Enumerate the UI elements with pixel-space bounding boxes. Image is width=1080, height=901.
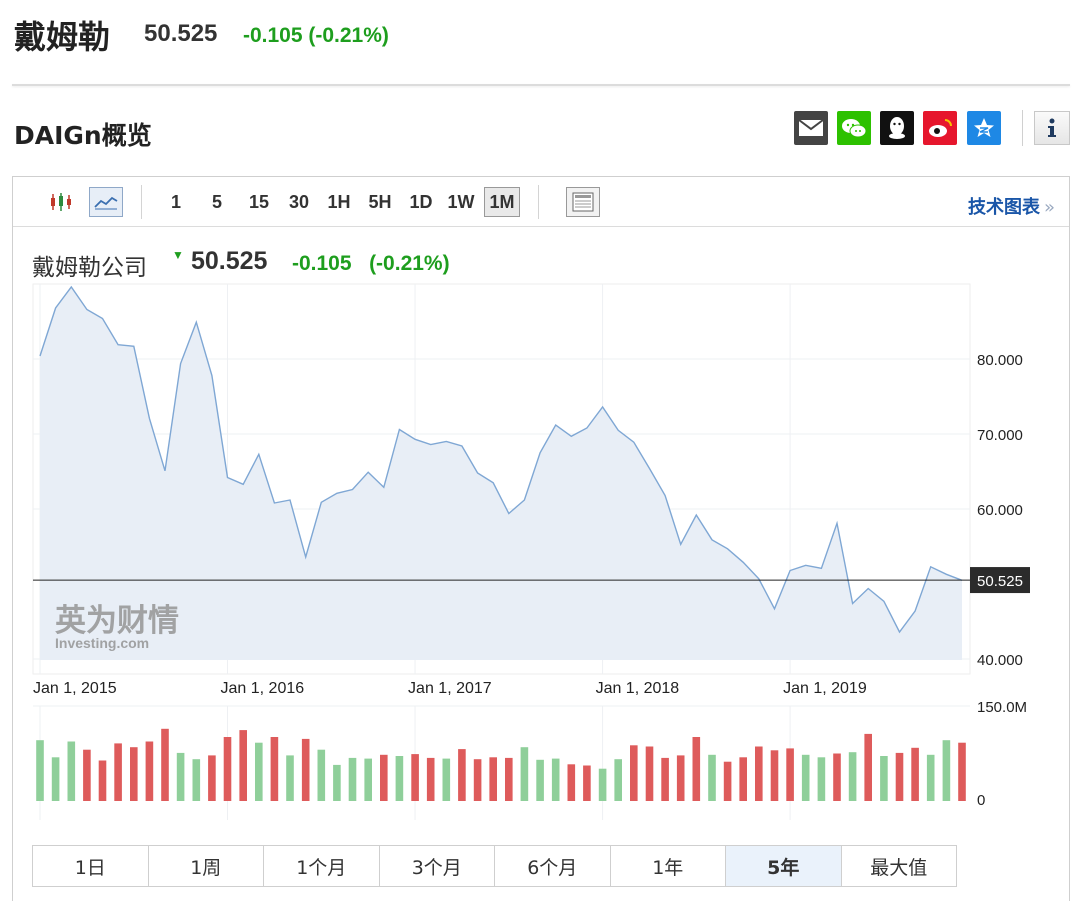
volume-bar [708, 754, 716, 801]
volume-bar [880, 756, 888, 801]
current-price-label: 50.525 [977, 573, 1023, 590]
volume-bar [364, 758, 372, 801]
x-tick-label: Jan 1, 2016 [221, 680, 305, 697]
volume-bar [442, 758, 451, 801]
x-tick-label: Jan 1, 2018 [596, 680, 680, 697]
range-button[interactable]: 1年 [611, 846, 726, 886]
volume-bar [114, 743, 122, 801]
volume-bar [645, 746, 654, 801]
volume-bar [676, 755, 685, 801]
volume-bar [723, 761, 732, 801]
volume-bar [567, 764, 576, 801]
range-button[interactable]: 1个月 [264, 846, 380, 886]
volume-bar [864, 733, 872, 801]
volume-bar [801, 754, 810, 801]
volume-bar [67, 741, 76, 801]
y-tick-label: 60.000 [977, 502, 1023, 519]
volume-bar [942, 740, 951, 801]
volume-bar [36, 740, 44, 801]
volume-bar [192, 759, 201, 801]
volume-bar [833, 753, 841, 801]
x-tick-label: Jan 1, 2017 [408, 680, 492, 697]
volume-tick-label: 0 [977, 792, 985, 809]
volume-bar [614, 759, 622, 801]
range-button[interactable]: 6个月 [495, 846, 611, 886]
volume-bar [817, 757, 826, 801]
volume-bar [551, 758, 560, 801]
volume-bar [692, 737, 701, 801]
range-button[interactable]: 3个月 [380, 846, 495, 886]
volume-bar [739, 757, 747, 801]
volume-bar [536, 759, 544, 801]
range-button[interactable]: 最大值 [842, 846, 957, 886]
range-selector: 1日 1周 1个月 3个月 6个月 1年 5年 最大值 [32, 845, 957, 887]
range-button[interactable]: 1周 [149, 846, 264, 886]
price-chart[interactable]: 50.525 40.000 60.000 70.000 80.000 Jan 1, 201… [0, 0, 1080, 840]
volume-bar [395, 756, 404, 801]
y-tick-label: 40.000 [977, 652, 1023, 669]
y-tick-label: 80.000 [977, 352, 1023, 369]
volume-bar [458, 749, 466, 801]
volume-bar [958, 742, 966, 801]
volume-bar [411, 754, 419, 801]
volume-bar [911, 747, 919, 801]
volume-bar [598, 768, 607, 801]
range-button[interactable]: 5年 [726, 846, 842, 886]
volume-bar [223, 737, 232, 801]
volume-bar [848, 752, 857, 801]
volume-bar [895, 752, 904, 801]
volume-bar [317, 749, 326, 801]
volume-bar [630, 745, 638, 801]
volume-bar [176, 752, 185, 801]
volume-bar [426, 757, 435, 801]
volume-bar [926, 754, 935, 801]
volume-bar [301, 738, 310, 801]
volume-bar [239, 730, 247, 801]
volume-bar [786, 748, 794, 801]
volume-bar [380, 754, 388, 801]
volume-bar [348, 757, 357, 801]
volume-tick-label: 150.0M [977, 699, 1027, 716]
volume-bar [83, 749, 91, 801]
watermark-subtext: Investing.com [55, 635, 149, 651]
volume-bar [489, 757, 497, 801]
volume-bar [583, 765, 591, 801]
volume-bar [770, 750, 779, 801]
volume-bar [130, 747, 138, 801]
volume-bar [286, 755, 294, 801]
y-tick-label: 70.000 [977, 427, 1023, 444]
volume-bar [661, 757, 669, 801]
volume-bar [755, 746, 763, 801]
volume-bar [98, 760, 107, 801]
volume-bar [520, 747, 529, 801]
volume-bar [51, 757, 60, 801]
x-tick-label: Jan 1, 2015 [33, 680, 117, 697]
range-button[interactable]: 1日 [33, 846, 149, 886]
x-tick-label: Jan 1, 2019 [783, 680, 867, 697]
volume-bar [505, 757, 513, 801]
volume-bar [208, 755, 216, 801]
volume-bar [161, 728, 169, 801]
volume-bar [473, 759, 482, 801]
volume-bar [145, 741, 154, 801]
volume-bar [270, 737, 279, 801]
watermark-text: 英为财情 [55, 603, 179, 639]
volume-bar [255, 742, 263, 801]
volume-bar [333, 764, 341, 801]
